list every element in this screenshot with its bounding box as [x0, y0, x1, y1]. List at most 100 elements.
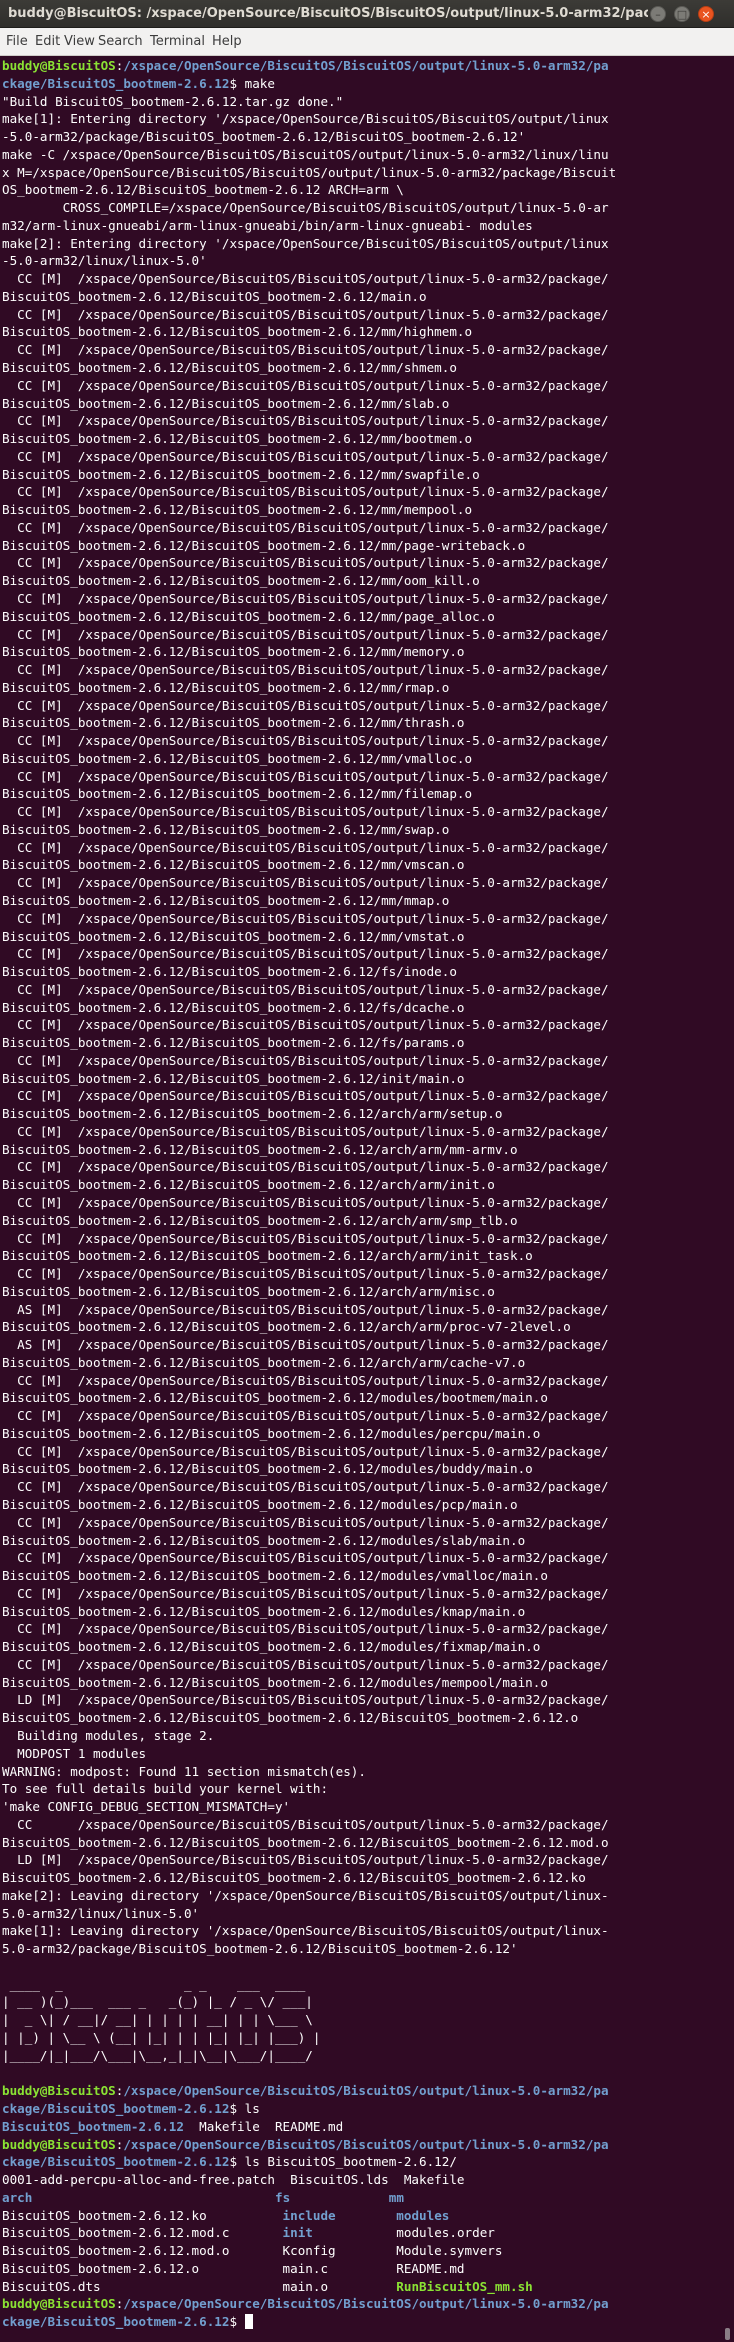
prompt-path: /xspace/OpenSource/BiscuitOS/BiscuitOS/o…	[123, 58, 609, 73]
menu-search[interactable]: Search	[98, 28, 143, 56]
directory-entry: mm	[388, 2189, 404, 2205]
output-line: BiscuitOS_bootmem-2.6.12/BiscuitOS_bootm…	[2, 1354, 526, 1370]
output-line: Building modules, stage 2.	[2, 1727, 215, 1743]
output-line: CC [M] /xspace/OpenSource/BiscuitOS/Bisc…	[2, 1052, 609, 1068]
minimize-icon[interactable]: –	[650, 6, 666, 22]
output-line: BiscuitOS_bootmem-2.6.12/BiscuitOS_bootm…	[2, 1710, 579, 1726]
prompt-path: ckage/BiscuitOS_bootmem-2.6.12	[2, 75, 230, 91]
output-line: CC [M] /xspace/OpenSource/BiscuitOS/Bisc…	[2, 413, 609, 429]
maximize-icon[interactable]: □	[674, 6, 690, 22]
output-line: BiscuitOS_bootmem-2.6.12/BiscuitOS_bootm…	[2, 1870, 586, 1886]
output-line: CROSS_COMPILE=/xspace/OpenSource/Biscuit…	[2, 200, 609, 216]
menu-view[interactable]: View	[64, 28, 95, 56]
output-line: BiscuitOS_bootmem-2.6.12/BiscuitOS_bootm…	[2, 821, 450, 837]
output-line: BiscuitOS_bootmem-2.6.12/BiscuitOS_bootm…	[2, 360, 457, 376]
output-line: BiscuitOS_bootmem-2.6.12/BiscuitOS_bootm…	[2, 1106, 503, 1122]
ls-output-line: BiscuitOS.dts main.o RunBiscuitOS_mm.sh	[2, 2278, 720, 2296]
output-line: BiscuitOS_bootmem-2.6.12/BiscuitOS_bootm…	[2, 1070, 465, 1086]
menu-terminal[interactable]: Terminal	[150, 28, 205, 56]
output-line: make[1]: Leaving directory '/xspace/Open…	[2, 1923, 609, 1939]
output-line: |____/|_|___/\___|\__,_|_|\__|\___/|____…	[2, 2047, 313, 2063]
output-line: BiscuitOS_bootmem-2.6.12/BiscuitOS_bootm…	[2, 715, 465, 731]
file-entry: modules.order	[312, 2225, 495, 2241]
output-line: BiscuitOS_bootmem-2.6.12/BiscuitOS_bootm…	[2, 573, 480, 589]
directory-entry: fs	[274, 2189, 291, 2205]
output-line: BiscuitOS_bootmem-2.6.12/BiscuitOS_bootm…	[2, 466, 480, 482]
output-line: CC [M] /xspace/OpenSource/BiscuitOS/Bisc…	[2, 662, 609, 678]
output-line: BiscuitOS_bootmem-2.6.12/BiscuitOS_bootm…	[2, 1603, 526, 1619]
output-line: CC [M] /xspace/OpenSource/BiscuitOS/Bisc…	[2, 875, 609, 891]
output-line: CC [M] /xspace/OpenSource/BiscuitOS/Bisc…	[2, 697, 609, 713]
output-line: BiscuitOS_bootmem-2.6.12/BiscuitOS_bootm…	[2, 928, 465, 944]
output-line: BiscuitOS_bootmem-2.6.12/BiscuitOS_bootm…	[2, 1390, 548, 1406]
output-line: BiscuitOS_bootmem-2.6.12/BiscuitOS_bootm…	[2, 1532, 526, 1548]
ls-output-line: 0001-add-percpu-alloc-and-free.patch Bis…	[2, 2171, 720, 2189]
output-line: BiscuitOS_bootmem-2.6.12/BiscuitOS_bootm…	[2, 288, 427, 304]
command-text: $ ls BiscuitOS_bootmem-2.6.12/	[229, 2154, 457, 2170]
output-line: BiscuitOS_bootmem-2.6.12/BiscuitOS_bootm…	[2, 1834, 609, 1850]
output-line: BiscuitOS_bootmem-2.6.12/BiscuitOS_bootm…	[2, 1283, 495, 1299]
output-line: CC [M] /xspace/OpenSource/BiscuitOS/Bisc…	[2, 271, 609, 287]
output-line: CC [M] /xspace/OpenSource/BiscuitOS/Bisc…	[2, 1195, 609, 1210]
output-line: AS [M] /xspace/OpenSource/BiscuitOS/Bisc…	[2, 1337, 609, 1353]
prompt-line: buddy@BiscuitOS:/xspace/OpenSource/Biscu…	[2, 57, 720, 75]
directory-entry: BiscuitOS_bootmem-2.6.12	[2, 2118, 184, 2134]
output-line: LD [M] /xspace/OpenSource/BiscuitOS/Bisc…	[2, 1692, 609, 1708]
output-line: BiscuitOS_bootmem-2.6.12/BiscuitOS_bootm…	[2, 1461, 533, 1477]
output-line: MODPOST 1 modules	[2, 1745, 147, 1761]
prompt-line: ckage/BiscuitOS_bootmem-2.6.12$ make	[2, 75, 720, 93]
menu-help[interactable]: Help	[212, 28, 242, 56]
output-line: CC [M] /xspace/OpenSource/BiscuitOS/Bisc…	[2, 733, 609, 749]
output-line: CC [M] /xspace/OpenSource/BiscuitOS/Bisc…	[2, 1017, 609, 1033]
file-entry: BiscuitOS_bootmem-2.6.12.mod.o Kconfig M…	[2, 2243, 503, 2259]
file-entry: BiscuitOS.dts main.o	[2, 2278, 397, 2294]
directory-entry: include	[282, 2207, 336, 2223]
output-line: BiscuitOS_bootmem-2.6.12/BiscuitOS_bootm…	[2, 608, 495, 624]
executable-entry: RunBiscuitOS_mm.sh	[396, 2278, 533, 2294]
prompt-user: buddy@BiscuitOS	[2, 2083, 116, 2099]
prompt-path: ckage/BiscuitOS_bootmem-2.6.12	[2, 2314, 230, 2330]
output-line: BiscuitOS_bootmem-2.6.12/BiscuitOS_bootm…	[2, 750, 473, 766]
output-line: make[2]: Leaving directory '/xspace/Open…	[2, 1887, 609, 1903]
output-line: BiscuitOS_bootmem-2.6.12/BiscuitOS_bootm…	[2, 502, 473, 518]
output-line: WARNING: modpost: Found 11 section misma…	[2, 1763, 366, 1779]
directory-entry: arch	[2, 2189, 33, 2205]
scrollbar[interactable]	[722, 57, 734, 2342]
terminal-output[interactable]: buddy@BiscuitOS:/xspace/OpenSource/Biscu…	[2, 57, 720, 2342]
prompt-line: ckage/BiscuitOS_bootmem-2.6.12$ ls Biscu…	[2, 2153, 720, 2171]
output-line: m32/arm-linux-gnueabi/arm-linux-gnueabi/…	[2, 217, 533, 233]
output-line: CC [M] /xspace/OpenSource/BiscuitOS/Bisc…	[2, 448, 609, 464]
file-entry: BiscuitOS_bootmem-2.6.12.o main.c README…	[2, 2260, 465, 2276]
output-line: -5.0-arm32/package/BiscuitOS_bootmem-2.6…	[2, 129, 526, 145]
file-entry: BiscuitOS_bootmem-2.6.12.mod.c	[2, 2225, 283, 2241]
scrollbar-thumb[interactable]	[725, 2328, 730, 2340]
output-line: CC [M] /xspace/OpenSource/BiscuitOS/Bisc…	[2, 910, 609, 926]
output-line: CC [M] /xspace/OpenSource/BiscuitOS/Bisc…	[2, 1408, 609, 1424]
file-entry	[32, 2190, 275, 2205]
close-icon[interactable]: ×	[698, 6, 714, 22]
directory-entry: modules	[396, 2207, 450, 2223]
menu-edit[interactable]: Edit	[35, 28, 60, 56]
output-line: CC [M] /xspace/OpenSource/BiscuitOS/Bisc…	[2, 1159, 609, 1175]
menu-bar: File Edit View Search Terminal Help	[0, 28, 734, 56]
output-line: CC [M] /xspace/OpenSource/BiscuitOS/Bisc…	[2, 946, 609, 962]
output-line: CC [M] /xspace/OpenSource/BiscuitOS/Bisc…	[2, 1479, 609, 1495]
output-line: BiscuitOS_bootmem-2.6.12/BiscuitOS_bootm…	[2, 644, 465, 660]
output-line: CC [M] /xspace/OpenSource/BiscuitOS/Bisc…	[2, 626, 609, 642]
output-line: BiscuitOS_bootmem-2.6.12/BiscuitOS_bootm…	[2, 1177, 495, 1193]
menu-file[interactable]: File	[6, 28, 28, 56]
output-line: CC [M] /xspace/OpenSource/BiscuitOS/Bisc…	[2, 1550, 609, 1566]
output-line: make[2]: Entering directory '/xspace/Ope…	[2, 235, 609, 251]
directory-entry: init	[282, 2225, 313, 2241]
output-line: BiscuitOS_bootmem-2.6.12/BiscuitOS_bootm…	[2, 857, 465, 873]
output-line: 5.0-arm32/package/BiscuitOS_bootmem-2.6.…	[2, 1941, 518, 1957]
file-entry	[336, 2208, 397, 2223]
output-line: BiscuitOS_bootmem-2.6.12/BiscuitOS_bootm…	[2, 1674, 548, 1690]
ls-output-line: BiscuitOS_bootmem-2.6.12.mod.o Kconfig M…	[2, 2242, 720, 2260]
output-line: | __ )(_)___ ___ _ _(_) |_ / _ \/ ___|	[2, 1994, 313, 2010]
prompt-user: buddy@BiscuitOS	[2, 2136, 116, 2152]
output-line: BiscuitOS_bootmem-2.6.12/BiscuitOS_bootm…	[2, 324, 473, 340]
output-line: CC /xspace/OpenSource/BiscuitOS/BiscuitO…	[2, 1816, 609, 1832]
output-line: make -C /xspace/OpenSource/BiscuitOS/Bis…	[2, 146, 609, 162]
